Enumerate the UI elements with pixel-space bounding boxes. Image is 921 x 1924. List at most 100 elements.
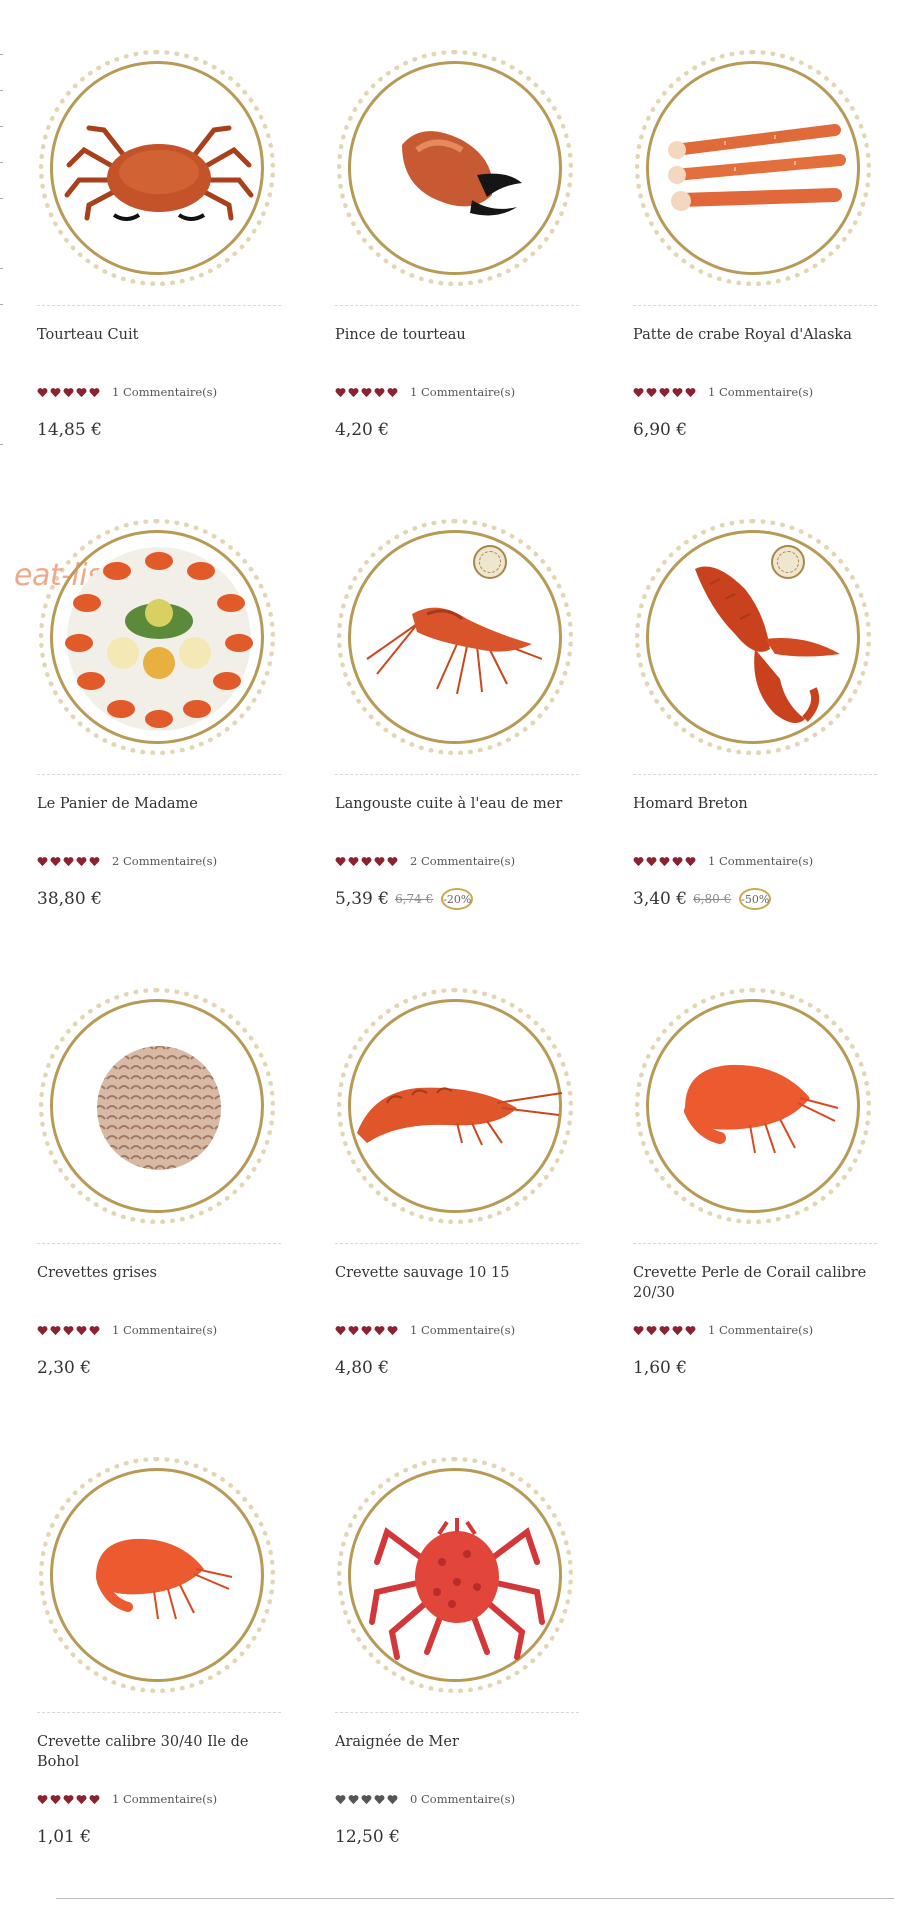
product-card[interactable]: Araignée de Mer 0 Commentaire(s) 12,50 € <box>335 1455 579 1924</box>
heart-filled-icon <box>348 387 359 397</box>
product-card[interactable]: Le Panier de Madame 2 Commentaire(s) 38,… <box>37 517 281 986</box>
product-name[interactable]: Tourteau Cuit <box>37 325 281 365</box>
product-image-link[interactable] <box>37 1455 281 1699</box>
product-image-link[interactable] <box>335 986 579 1230</box>
seafood-platter-icon <box>65 547 253 731</box>
heart-filled-icon <box>37 1325 48 1335</box>
review-count[interactable]: 1 Commentaire(s) <box>708 854 813 868</box>
lobster-icon <box>695 566 840 723</box>
product-price: 1,01 € <box>37 1827 92 1847</box>
review-count[interactable]: 1 Commentaire(s) <box>708 385 813 399</box>
product-card[interactable]: Crevettes grises 1 Commentaire(s) 2,30 € <box>37 986 281 1455</box>
product-image-link[interactable] <box>633 986 877 1230</box>
product-name[interactable]: Crevette Perle de Corail calibre 20/30 <box>633 1263 877 1303</box>
review-count[interactable]: 1 Commentaire(s) <box>410 1323 515 1337</box>
product-card[interactable]: Langouste cuite à l'eau de mer 2 Comment… <box>335 517 579 986</box>
product-name[interactable]: Patte de crabe Royal d'Alaska <box>633 325 877 365</box>
product-card[interactable]: Crevette calibre 30/40 Ile de Bohol 1 Co… <box>37 1455 281 1924</box>
quality-stamp-icon <box>473 545 507 579</box>
rating-stars <box>335 387 398 398</box>
heart-filled-icon <box>76 856 87 866</box>
product-card[interactable]: Tourteau Cuit 1 Commentaire(s) 14,85 € <box>37 48 281 517</box>
heart-filled-icon <box>50 1794 61 1804</box>
card-divider <box>335 1712 579 1713</box>
heart-filled-icon <box>50 856 61 866</box>
product-price: 12,50 € <box>335 1827 400 1847</box>
product-rating: 1 Commentaire(s) <box>335 384 579 400</box>
product-rating: 0 Commentaire(s) <box>335 1791 579 1807</box>
product-image-link[interactable] <box>335 517 579 761</box>
card-divider <box>37 1243 281 1244</box>
review-count[interactable]: 1 Commentaire(s) <box>708 1323 813 1337</box>
heart-filled-icon <box>672 856 683 866</box>
heart-filled-icon <box>374 856 385 866</box>
price-row: 1,60 € <box>633 1355 877 1381</box>
card-divider <box>633 1243 877 1244</box>
heart-filled-icon <box>63 387 74 397</box>
product-card[interactable]: Homard Breton 1 Commentaire(s) 3,40 € 6,… <box>633 517 877 986</box>
price-row: 38,80 € <box>37 886 281 912</box>
card-divider <box>37 1712 281 1713</box>
review-count[interactable]: 1 Commentaire(s) <box>112 1792 217 1806</box>
heart-filled-icon <box>387 387 398 397</box>
product-rating: 1 Commentaire(s) <box>335 1322 579 1338</box>
discount-badge: -20% <box>441 888 474 910</box>
heart-filled-icon <box>685 1325 696 1335</box>
price-row: 12,50 € <box>335 1824 579 1850</box>
rating-stars <box>633 387 696 398</box>
product-image-link[interactable] <box>335 48 579 292</box>
product-image-link[interactable] <box>37 986 281 1230</box>
product-name[interactable]: Pince de tourteau <box>335 325 579 365</box>
product-price: 6,90 € <box>633 420 688 440</box>
card-divider <box>335 774 579 775</box>
left-edge-marks <box>0 0 4 520</box>
product-image-link[interactable] <box>37 48 281 292</box>
heart-filled-icon <box>63 1794 74 1804</box>
heart-filled-icon <box>37 856 48 866</box>
crab-icon <box>64 125 254 221</box>
heart-filled-icon <box>659 856 670 866</box>
product-image-link[interactable] <box>633 517 877 761</box>
heart-empty-icon <box>387 1794 398 1804</box>
quality-stamp-icon <box>771 545 805 579</box>
heart-filled-icon <box>633 387 644 397</box>
review-count[interactable]: 2 Commentaire(s) <box>410 854 515 868</box>
price-row: 14,85 € <box>37 417 281 443</box>
product-name[interactable]: Langouste cuite à l'eau de mer <box>335 794 579 834</box>
product-rating: 1 Commentaire(s) <box>633 1322 877 1338</box>
product-image-link[interactable] <box>335 1455 579 1699</box>
product-rating: 1 Commentaire(s) <box>37 1322 281 1338</box>
product-image-link[interactable] <box>633 48 877 292</box>
heart-filled-icon <box>76 1794 87 1804</box>
product-name[interactable]: Le Panier de Madame <box>37 794 281 834</box>
product-name[interactable]: Crevettes grises <box>37 1263 281 1303</box>
product-price: 14,85 € <box>37 420 102 440</box>
heart-filled-icon <box>50 1325 61 1335</box>
product-name[interactable]: Crevette sauvage 10 15 <box>335 1263 579 1303</box>
heart-filled-icon <box>374 1325 385 1335</box>
grey-shrimp-pile-icon <box>97 1046 221 1170</box>
product-name[interactable]: Homard Breton <box>633 794 877 834</box>
heart-filled-icon <box>76 1325 87 1335</box>
product-image-link[interactable] <box>37 517 281 761</box>
review-count[interactable]: 1 Commentaire(s) <box>410 385 515 399</box>
spiny-lobster-icon <box>366 607 543 695</box>
heart-filled-icon <box>646 387 657 397</box>
review-count[interactable]: 1 Commentaire(s) <box>112 385 217 399</box>
heart-filled-icon <box>89 856 100 866</box>
review-count[interactable]: 1 Commentaire(s) <box>112 1323 217 1337</box>
heart-filled-icon <box>659 387 670 397</box>
product-card[interactable]: Crevette Perle de Corail calibre 20/30 1… <box>633 986 877 1455</box>
product-card[interactable]: Patte de crabe Royal d'Alaska 1 Commenta… <box>633 48 877 517</box>
review-count[interactable]: 0 Commentaire(s) <box>410 1792 515 1806</box>
product-price: 38,80 € <box>37 889 102 909</box>
review-count[interactable]: 2 Commentaire(s) <box>112 854 217 868</box>
heart-filled-icon <box>672 387 683 397</box>
price-row: 4,80 € <box>335 1355 579 1381</box>
coral-prawn-icon <box>684 1064 839 1154</box>
product-name[interactable]: Araignée de Mer <box>335 1732 579 1772</box>
product-card[interactable]: Crevette sauvage 10 15 1 Commentaire(s) … <box>335 986 579 1455</box>
product-rating: 1 Commentaire(s) <box>633 384 877 400</box>
product-card[interactable]: Pince de tourteau 1 Commentaire(s) 4,20 … <box>335 48 579 517</box>
product-name[interactable]: Crevette calibre 30/40 Ile de Bohol <box>37 1732 281 1772</box>
